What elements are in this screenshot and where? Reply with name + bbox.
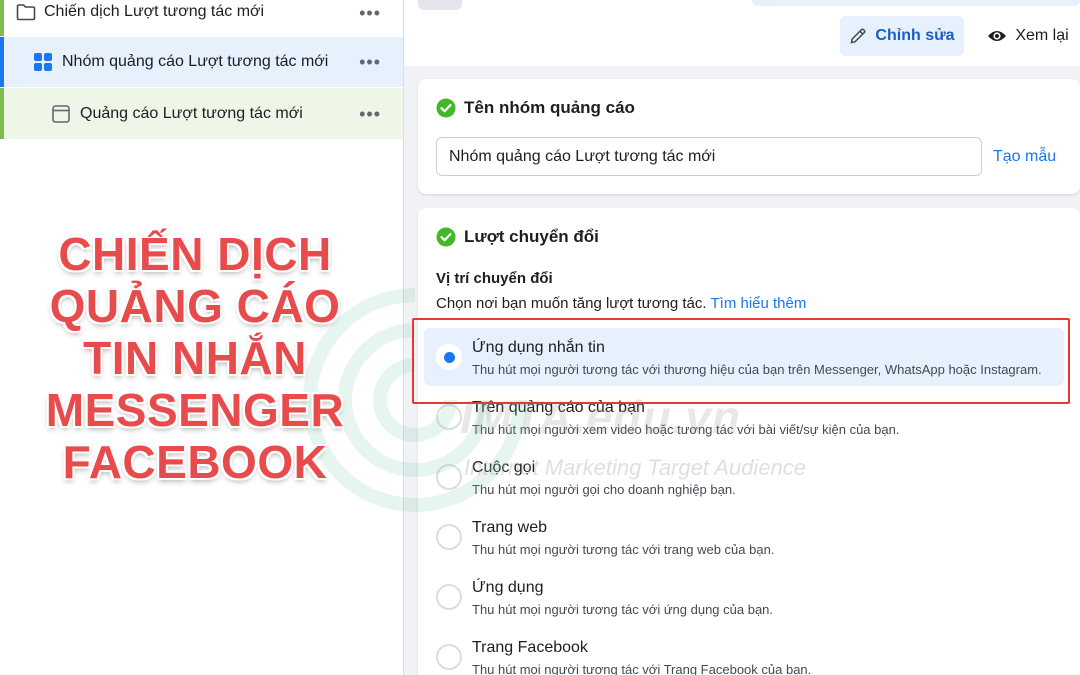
- adset-name-card: Tên nhóm quảng cáo Tạo mẫu: [418, 79, 1080, 194]
- edit-button[interactable]: Chỉnh sửa: [840, 16, 964, 56]
- check-circle-icon: [436, 227, 456, 247]
- ad-frame-icon: [52, 104, 70, 123]
- create-template-link[interactable]: Tạo mẫu: [993, 148, 1056, 166]
- radio-button[interactable]: [436, 644, 462, 670]
- more-options-icon[interactable]: •••: [359, 53, 381, 71]
- promo-line: QUẢNG CÁO: [49, 280, 341, 332]
- promo-line: FACEBOOK: [62, 436, 328, 488]
- check-circle-icon: [436, 98, 456, 118]
- watermark-subtext: Internet Marketing Target Audience: [464, 455, 807, 480]
- toolbar-button-partial[interactable]: [418, 0, 462, 10]
- grid-icon: [34, 53, 52, 71]
- radio-button[interactable]: [436, 524, 462, 550]
- pencil-icon: [850, 28, 866, 44]
- promo-line: CHIẾN DỊCH: [58, 228, 332, 280]
- more-options-icon[interactable]: •••: [359, 4, 381, 22]
- card-title-text: Tên nhóm quảng cáo: [464, 98, 635, 117]
- option-description: Thu hút mọi người tương tác với ứng dụng…: [472, 602, 774, 617]
- card-title: Lượt chuyển đổi: [436, 227, 599, 247]
- promo-title-overlay: CHIẾN DỊCH QUẢNG CÁO TIN NHẮN MESSENGER …: [40, 228, 350, 488]
- option-description: Thu hút mọi người tương tác với Trang Fa…: [472, 662, 812, 675]
- watermark-text: IMTA.edu.vn: [460, 391, 742, 443]
- review-button-label: Xem lại: [1015, 27, 1069, 44]
- review-button[interactable]: Xem lại: [980, 16, 1076, 56]
- edit-button-label: Chỉnh sửa: [875, 27, 955, 44]
- promo-line: TIN NHẮN: [83, 332, 307, 384]
- more-options-icon[interactable]: •••: [359, 105, 381, 123]
- promo-line: MESSENGER: [45, 384, 345, 436]
- eye-icon: [988, 31, 1007, 41]
- learn-more-link[interactable]: Tìm hiểu thêm: [710, 295, 806, 312]
- option-app[interactable]: Ứng dụng Thu hút mọi người tương tác với…: [424, 568, 1064, 626]
- card-title: Tên nhóm quảng cáo: [436, 98, 635, 118]
- toolbar-bar-partial: [752, 0, 1080, 6]
- top-toolbar: Chỉnh sửa Xem lại: [404, 0, 1080, 66]
- option-description: Thu hút mọi người tương tác với trang we…: [472, 542, 775, 557]
- tree-item-adset[interactable]: Nhóm quảng cáo Lượt tương tác mới •••: [0, 37, 403, 87]
- tree-item-ad[interactable]: Quảng cáo Lượt tương tác mới •••: [0, 88, 403, 139]
- radio-button[interactable]: [436, 584, 462, 610]
- option-title: Ứng dụng: [472, 579, 544, 596]
- option-description: Thu hút mọi người tương tác với thương h…: [472, 362, 1042, 377]
- tree-item-label: Nhóm quảng cáo Lượt tương tác mới: [62, 53, 329, 70]
- tree-item-label: Quảng cáo Lượt tương tác mới: [80, 104, 303, 122]
- tree-item-campaign[interactable]: Chiến dịch Lượt tương tác mới •••: [0, 0, 403, 36]
- option-title: Trang Facebook: [472, 639, 588, 656]
- option-facebook-page[interactable]: Trang Facebook Thu hút mọi người tương t…: [424, 628, 1064, 675]
- folder-icon: [16, 4, 36, 21]
- adset-name-input[interactable]: [436, 137, 982, 176]
- tree-item-label: Chiến dịch Lượt tương tác mới: [44, 3, 265, 20]
- card-title-text: Lượt chuyển đổi: [464, 227, 599, 246]
